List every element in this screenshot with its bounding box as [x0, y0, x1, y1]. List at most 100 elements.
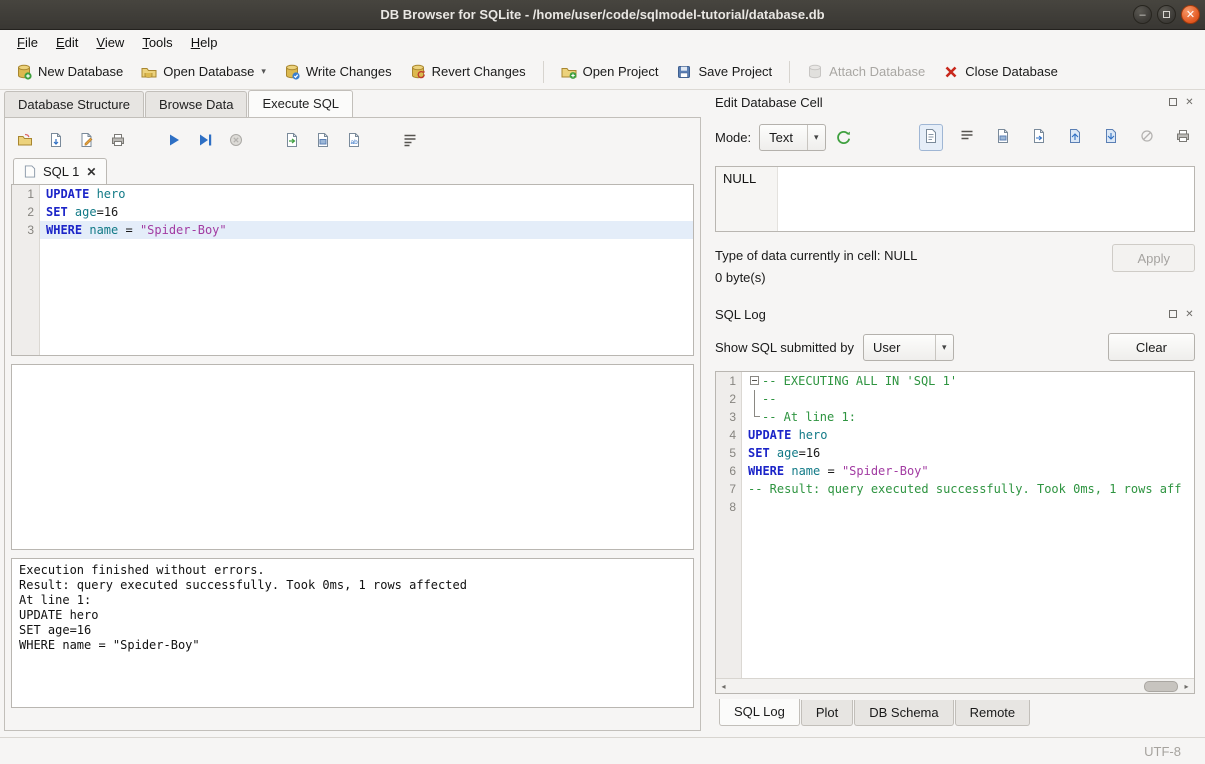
write-changes-button[interactable]: Write Changes [276, 59, 400, 85]
export-results-icon[interactable] [284, 132, 300, 148]
window-title: DB Browser for SQLite - /home/user/code/… [380, 7, 824, 22]
bottom-tab-sql-log[interactable]: SQL Log [719, 699, 800, 726]
editor-code-area[interactable]: UPDATE hero SET age=16 WHERE name = "Spi… [40, 185, 693, 355]
close-database-button[interactable]: Close Database [935, 59, 1066, 85]
close-panel-icon[interactable]: ✕ [1184, 97, 1195, 108]
revert-changes-icon [410, 64, 426, 80]
editor-line-numbers: 1 2 3 [12, 185, 40, 355]
print-cell-icon[interactable] [1171, 124, 1195, 151]
sql-document-icon [24, 165, 36, 178]
fold-marker-icon[interactable] [748, 372, 762, 390]
save-results-icon[interactable] [315, 132, 331, 148]
mode-select[interactable]: Text ▾ [759, 124, 825, 151]
menu-tools[interactable]: Tools [133, 32, 181, 53]
statusbar: UTF-8 [0, 737, 1205, 764]
menu-view[interactable]: View [87, 32, 133, 53]
chevron-down-icon: ▾ [807, 125, 825, 150]
sql-tabbar: SQL 1 ✕ [11, 158, 694, 184]
execution-log[interactable]: Execution finished without errors. Resul… [11, 558, 694, 708]
open-database-icon [141, 64, 157, 80]
execution-log-line: WHERE name = "Spider-Boy" [19, 638, 686, 653]
auto-switch-mode-icon[interactable] [834, 128, 852, 146]
clear-button[interactable]: Clear [1108, 333, 1195, 361]
bottom-tab-plot[interactable]: Plot [801, 700, 853, 726]
sql-tab-close-icon[interactable]: ✕ [86, 165, 96, 179]
cell-value-editor[interactable]: NULL [715, 166, 1195, 232]
print-sql-icon[interactable] [110, 132, 126, 148]
tab-browse-data[interactable]: Browse Data [145, 91, 247, 117]
scrollbar-thumb[interactable] [1144, 681, 1178, 692]
sql-editor[interactable]: 1 2 3 UPDATE hero SET age=16 WHERE name … [11, 184, 694, 356]
open-database-button[interactable]: Open Database ▾ [133, 59, 274, 85]
menu-file[interactable]: File [8, 32, 47, 53]
execute-all-icon[interactable] [166, 132, 182, 148]
save-project-icon [676, 64, 692, 80]
sql-toolbar: ab [11, 124, 694, 156]
export-data-icon[interactable] [1027, 124, 1051, 151]
word-wrap-icon[interactable] [955, 124, 979, 151]
import-data-icon[interactable] [991, 124, 1015, 151]
text-view-icon[interactable] [919, 124, 943, 151]
toolbar-separator [543, 61, 544, 83]
titlebar[interactable]: DB Browser for SQLite - /home/user/code/… [0, 0, 1205, 30]
horizontal-scrollbar[interactable]: ◂ ▸ [716, 678, 1194, 693]
execute-current-line-icon[interactable] [197, 132, 213, 148]
minimize-button[interactable]: – [1133, 5, 1152, 24]
toolbar-separator [789, 61, 790, 83]
log-line: -- EXECUTING ALL IN 'SQL 1' [742, 372, 1194, 390]
revert-changes-button[interactable]: Revert Changes [402, 59, 534, 85]
float-panel-icon[interactable] [1167, 309, 1178, 320]
sql-log-viewer[interactable]: 1 2 3 4 5 6 7 8 -- EXECUTING ALL IN 'SQL… [715, 371, 1195, 694]
tab-execute-sql[interactable]: Execute SQL [248, 90, 353, 117]
sql-log-title: SQL Log [715, 307, 766, 322]
scroll-left-icon[interactable]: ◂ [716, 679, 731, 694]
sql-tab[interactable]: SQL 1 ✕ [13, 158, 107, 184]
scroll-right-icon[interactable]: ▸ [1179, 679, 1194, 694]
code-line: UPDATE hero [40, 185, 693, 203]
maximize-icon [1163, 11, 1170, 18]
menu-edit[interactable]: Edit [47, 32, 87, 53]
word-wrap-icon[interactable] [402, 132, 418, 148]
edit-cell-title: Edit Database Cell [715, 95, 823, 110]
save-project-button[interactable]: Save Project [668, 59, 780, 85]
close-panel-icon[interactable]: ✕ [1184, 309, 1195, 320]
save-sql-file-icon[interactable] [48, 132, 64, 148]
float-panel-icon[interactable] [1167, 97, 1178, 108]
main-toolbar: New Database Open Database ▾ Write Chang… [0, 54, 1205, 90]
bottom-tab-db-schema[interactable]: DB Schema [854, 700, 953, 726]
maximize-button[interactable] [1157, 5, 1176, 24]
edit-cell-header: Edit Database Cell ✕ [715, 92, 1195, 112]
new-database-button[interactable]: New Database [8, 59, 131, 85]
log-code-area: -- EXECUTING ALL IN 'SQL 1' -- -- At lin… [742, 372, 1194, 678]
open-database-dropdown-icon[interactable]: ▾ [261, 66, 266, 77]
submitted-by-select[interactable]: User ▾ [863, 334, 954, 361]
open-project-button[interactable]: Open Project [553, 59, 667, 85]
execution-log-line: SET age=16 [19, 623, 686, 638]
execution-log-line: Result: query executed successfully. Too… [19, 578, 686, 593]
cell-text-area[interactable] [778, 167, 1194, 231]
chevron-down-icon: ▾ [935, 335, 953, 360]
encoding-indicator[interactable]: UTF-8 [1144, 744, 1181, 759]
code-line-current: WHERE name = "Spider-Boy" [40, 221, 693, 239]
main-area: Database Structure Browse Data Execute S… [0, 90, 1205, 737]
open-sql-file-icon[interactable] [17, 132, 33, 148]
execution-log-line: At line 1: [19, 593, 686, 608]
save-sql-as-icon[interactable] [79, 132, 95, 148]
open-in-external-icon[interactable] [1063, 124, 1087, 151]
close-button[interactable]: ✕ [1181, 5, 1200, 24]
bottom-tab-remote[interactable]: Remote [955, 700, 1031, 726]
results-grid[interactable] [11, 364, 694, 550]
log-line: SET age=16 [742, 444, 1194, 462]
tab-database-structure[interactable]: Database Structure [4, 91, 144, 117]
code-line: SET age=16 [40, 203, 693, 221]
menu-help[interactable]: Help [182, 32, 227, 53]
find-replace-icon[interactable]: ab [346, 132, 362, 148]
save-as-icon[interactable] [1099, 124, 1123, 151]
attach-database-button: Attach Database [799, 59, 933, 85]
execute-sql-panel: ab SQL 1 ✕ 1 2 3 UPDATE hero [4, 117, 701, 731]
log-line: UPDATE hero [742, 426, 1194, 444]
set-null-icon[interactable] [1135, 124, 1159, 151]
sql-tab-label: SQL 1 [43, 164, 79, 179]
cell-mode-row: Mode: Text ▾ [715, 122, 1195, 152]
cell-info-row: Type of data currently in cell: NULL 0 b… [715, 244, 1195, 288]
